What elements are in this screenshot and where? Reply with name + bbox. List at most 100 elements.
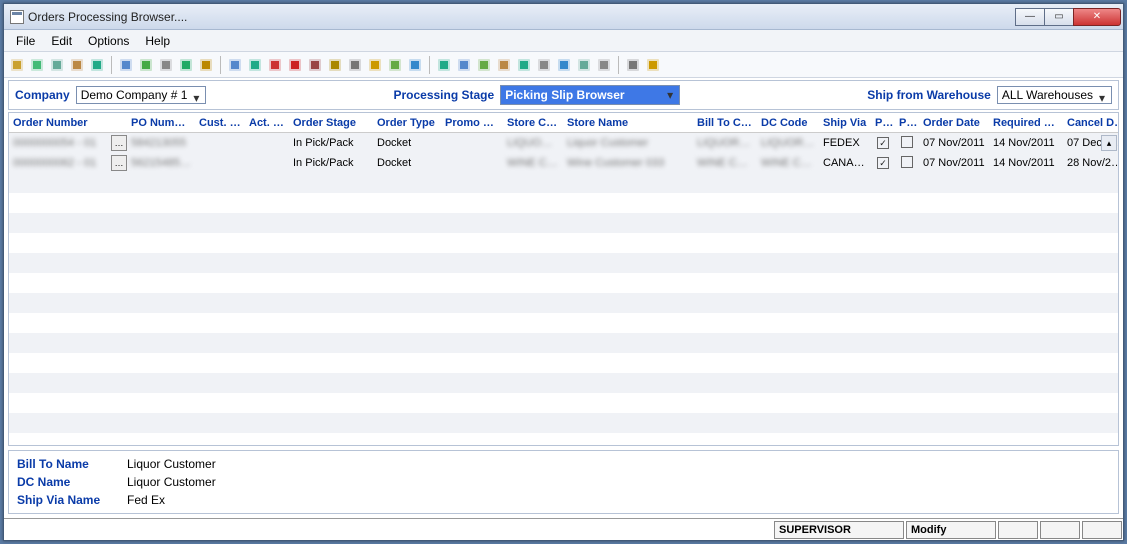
processing-stage-select[interactable]: Picking Slip Browser: [500, 85, 680, 105]
pencil-icon[interactable]: [8, 56, 26, 74]
column-header-pa[interactable]: Pa...: [895, 117, 919, 129]
column-header-stage[interactable]: Order Stage: [289, 117, 373, 129]
cell-order_date: 07 Nov/2011: [919, 137, 989, 149]
send-icon[interactable]: [435, 56, 453, 74]
book-icon[interactable]: [406, 56, 424, 74]
pa-checkbox[interactable]: [901, 156, 913, 168]
column-header-dc[interactable]: DC Code: [757, 117, 819, 129]
cell-stage: In Pick/Pack: [289, 137, 373, 149]
cell-cancel_date: 28 Nov/2011: [1063, 157, 1118, 169]
help-icon[interactable]: [644, 56, 662, 74]
copy-icon[interactable]: [226, 56, 244, 74]
processing-stage-label: Processing Stage: [393, 88, 494, 102]
tool-icon[interactable]: [624, 56, 642, 74]
clipboard-icon[interactable]: [68, 56, 86, 74]
sheet2-icon[interactable]: [495, 56, 513, 74]
column-header-promo[interactable]: Promo Type: [441, 117, 503, 129]
sheet-icon[interactable]: [48, 56, 66, 74]
cell-dc: LIQUOR CUS: [757, 137, 819, 149]
column-header-req_date[interactable]: Required Date: [989, 117, 1063, 129]
status-slot-1: [998, 521, 1038, 539]
cell-ell: …: [107, 155, 127, 171]
bin-icon[interactable]: [346, 56, 364, 74]
page-nav-icon[interactable]: [455, 56, 473, 74]
cell-order_no: 0000000054 - 01: [9, 137, 107, 149]
column-header-store_name[interactable]: Store Name: [563, 117, 693, 129]
menu-edit[interactable]: Edit: [45, 32, 78, 50]
column-header-pi[interactable]: Pi...: [871, 117, 895, 129]
column-header-cust_fill[interactable]: Cust. Fill%: [195, 117, 245, 129]
app-icon: [10, 10, 24, 24]
cell-req_date: 14 Nov/2011: [989, 157, 1063, 169]
column-header-act_fill[interactable]: Act. Fill%: [245, 117, 289, 129]
tree-icon[interactable]: [475, 56, 493, 74]
cell-req_date: 14 Nov/2011: [989, 137, 1063, 149]
doc-icon[interactable]: [157, 56, 175, 74]
menu-help[interactable]: Help: [139, 32, 176, 50]
column-header-bill_to[interactable]: Bill To Code: [693, 117, 757, 129]
maximize-button[interactable]: ▭: [1044, 8, 1074, 26]
cell-shipvia: FEDEX: [819, 137, 871, 149]
company-select[interactable]: Demo Company # 1: [76, 86, 207, 104]
column-header-order_date[interactable]: Order Date: [919, 117, 989, 129]
column-header-po[interactable]: PO Number: [127, 117, 195, 129]
doc-plus-icon[interactable]: [366, 56, 384, 74]
table-row[interactable]: 0000000062 - 01 …562154854054 In Pick/Pack…: [9, 153, 1118, 173]
edit-form-icon[interactable]: [117, 56, 135, 74]
cell-store_code: LIQUOR CUS: [503, 137, 563, 149]
scroll-up-button[interactable]: ▴: [1101, 135, 1117, 151]
dc-name-label: DC Name: [17, 475, 127, 489]
ship-via-name-value: Fed Ex: [127, 493, 1110, 507]
list-icon[interactable]: [595, 56, 613, 74]
sheet3-icon[interactable]: [575, 56, 593, 74]
column-header-type[interactable]: Order Type: [373, 117, 441, 129]
check-icon[interactable]: [88, 56, 106, 74]
titlebar[interactable]: Orders Processing Browser.... — ▭ ✕: [4, 4, 1123, 30]
grid-header-row: Order Number PO NumberCust. Fill%Act. Fil…: [9, 113, 1118, 133]
swap-icon[interactable]: [386, 56, 404, 74]
cell-type: Docket: [373, 137, 441, 149]
row-details-button[interactable]: …: [111, 155, 127, 171]
target-icon[interactable]: [286, 56, 304, 74]
menu-options[interactable]: Options: [82, 32, 135, 50]
column-header-order_no[interactable]: Order Number: [9, 117, 107, 129]
pi-checkbox[interactable]: [877, 137, 889, 149]
cell-bill_to: WINE CUSTO: [693, 157, 757, 169]
grid-body[interactable]: 0000000054 - 01…584213055In Pick/PackDoc…: [9, 133, 1118, 445]
cell-order_date: 07 Nov/2011: [919, 157, 989, 169]
minimize-button[interactable]: —: [1015, 8, 1045, 26]
column-header-store_code[interactable]: Store Code: [503, 117, 563, 129]
status-user: SUPERVISOR: [774, 521, 904, 539]
cell-order_no: 0000000062 - 01: [9, 157, 107, 169]
cell-stage: In Pick/Pack: [289, 157, 373, 169]
row-details-button[interactable]: …: [111, 135, 127, 151]
cell-po: 562154854054: [127, 157, 195, 169]
ship-via-name-label: Ship Via Name: [17, 493, 127, 507]
status-slot-3: [1082, 521, 1122, 539]
status-bar: SUPERVISOR Modify: [4, 518, 1123, 540]
table-row[interactable]: 0000000054 - 01…584213055In Pick/PackDoc…: [9, 133, 1118, 153]
status-slot-2: [1040, 521, 1080, 539]
stop-icon[interactable]: [266, 56, 284, 74]
refresh-icon[interactable]: [246, 56, 264, 74]
cell-dc: WINE CUSTO: [757, 157, 819, 169]
cancel-grid-icon[interactable]: [306, 56, 324, 74]
page-icon[interactable]: [28, 56, 46, 74]
pa-checkbox[interactable]: [901, 136, 913, 148]
grid-green-icon[interactable]: [137, 56, 155, 74]
column-header-cancel_date[interactable]: Cancel Date: [1063, 117, 1119, 129]
warehouse-label: Ship from Warehouse: [867, 88, 991, 102]
column-header-shipvia[interactable]: Ship Via: [819, 117, 871, 129]
book-open-icon[interactable]: [555, 56, 573, 74]
cell-pi: [871, 157, 895, 170]
arrow-play-icon[interactable]: [177, 56, 195, 74]
funnel-icon[interactable]: [197, 56, 215, 74]
page2-icon[interactable]: [535, 56, 553, 74]
warehouse-select[interactable]: ALL Warehouses: [997, 86, 1112, 104]
menu-file[interactable]: File: [10, 32, 41, 50]
recycle-icon[interactable]: [515, 56, 533, 74]
close-button[interactable]: ✕: [1073, 8, 1121, 26]
cell-store_code: WINE CUSTO: [503, 157, 563, 169]
pi-checkbox[interactable]: [877, 157, 889, 169]
balance-icon[interactable]: [326, 56, 344, 74]
